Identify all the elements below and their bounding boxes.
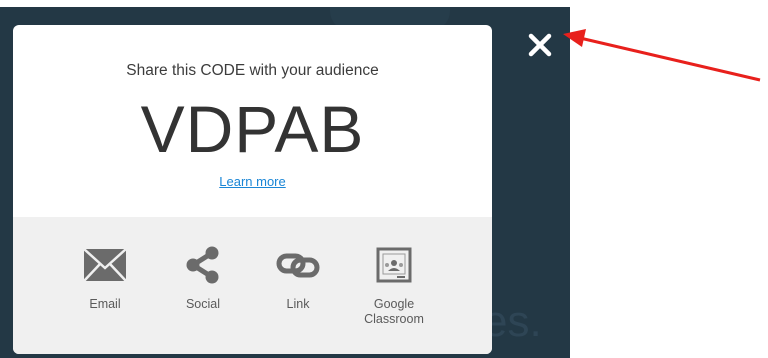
close-button[interactable] <box>527 32 553 58</box>
share-title: Share this CODE with your audience <box>126 62 379 79</box>
envelope-icon <box>83 248 127 282</box>
close-icon <box>528 33 552 57</box>
share-options-bar: Email Social Link Google Classroom <box>13 217 492 354</box>
share-modal: Share this CODE with your audience VDPAB… <box>13 25 492 354</box>
red-arrow-annotation <box>563 29 761 82</box>
share-option-label: Social <box>185 297 221 311</box>
learn-more-link[interactable]: Learn more <box>13 174 492 189</box>
chain-link-icon <box>276 253 320 278</box>
share-option-label: Google Classroom <box>364 297 424 326</box>
share-option-social[interactable]: Social <box>163 245 243 312</box>
session-code: VDPAB <box>140 92 365 166</box>
share-option-label: Email <box>89 297 121 311</box>
modal-header-section: Share this CODE with your audience VDPAB… <box>13 25 492 217</box>
share-option-link[interactable]: Link <box>258 245 338 312</box>
google-classroom-icon <box>376 247 412 283</box>
share-option-label: Link <box>286 297 310 311</box>
share-option-email[interactable]: Email <box>65 245 145 312</box>
share-option-google-classroom[interactable]: Google Classroom <box>354 245 434 327</box>
share-icon <box>186 246 219 284</box>
